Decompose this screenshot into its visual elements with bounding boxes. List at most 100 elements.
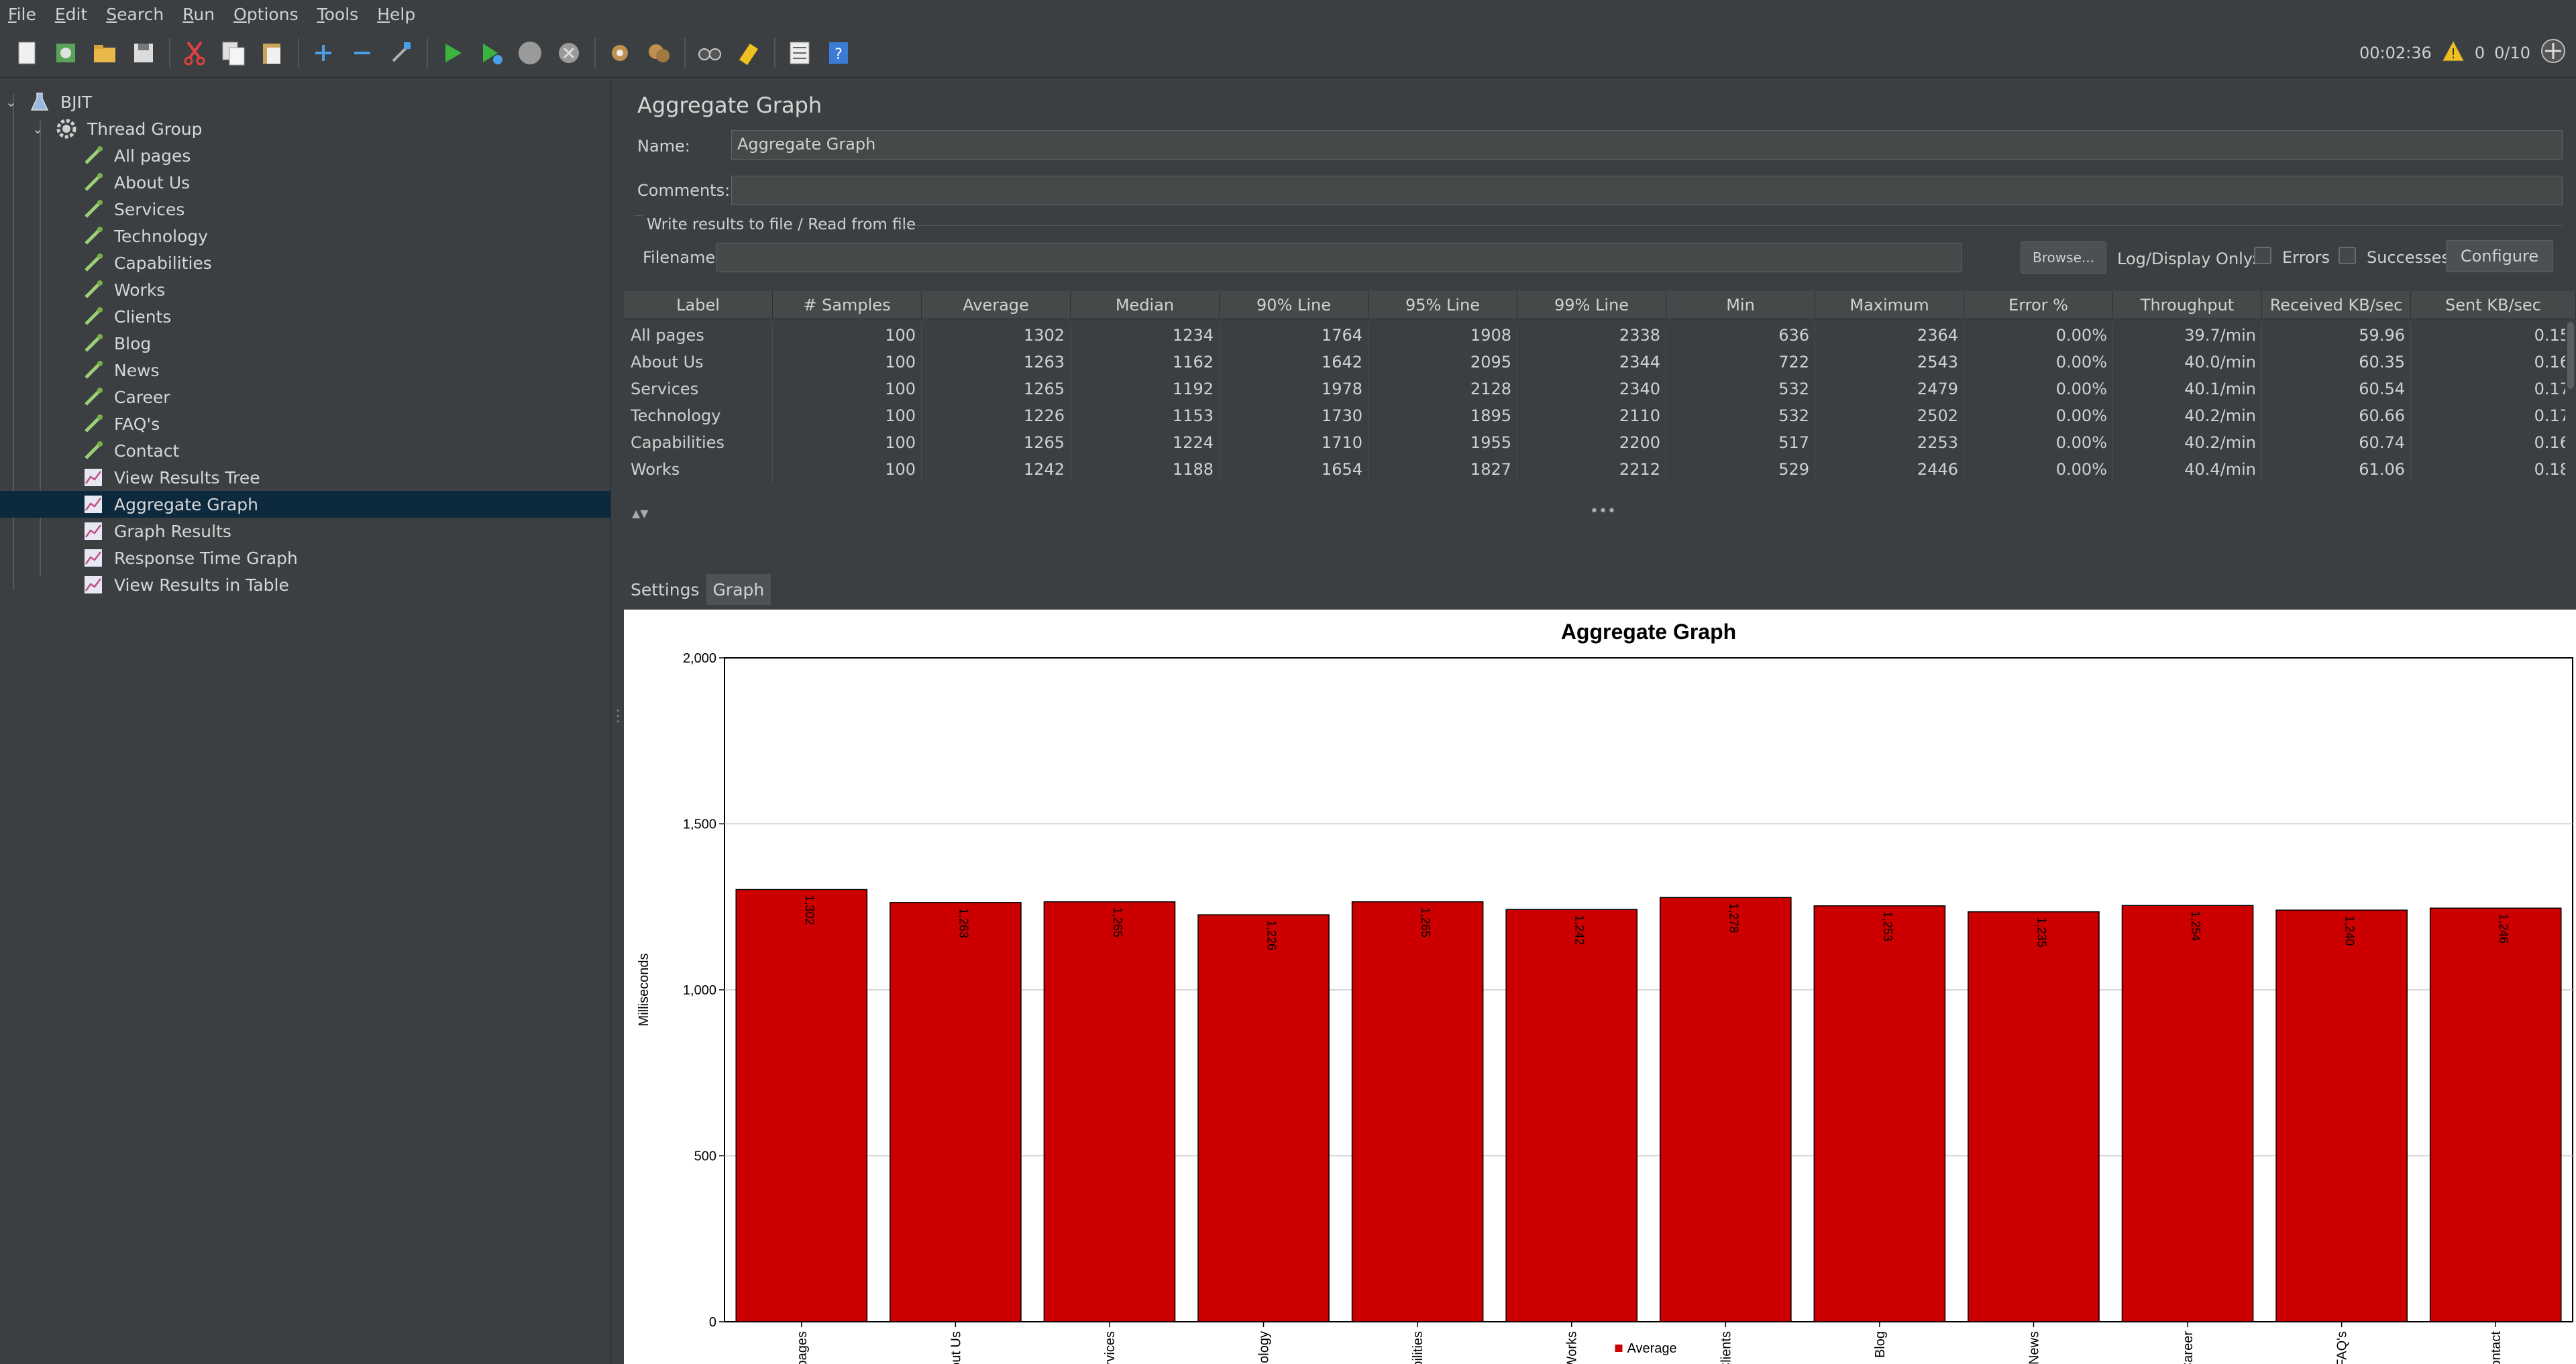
bar[interactable] [2429,907,2562,1322]
collapse-icon[interactable] [347,38,377,68]
menu-help[interactable]: Help [377,5,415,24]
table-row[interactable]: Technology 100 1226 1153 1730 1895 2110 532 2502… [624,402,2576,429]
expand-icon[interactable] [309,38,338,68]
new-icon[interactable] [12,38,42,68]
column-header[interactable]: 90% Line [1220,291,1368,319]
column-header[interactable]: # Samples [773,291,922,319]
bar[interactable] [2121,905,2254,1322]
shutdown-icon[interactable] [554,38,584,68]
tree-item-view-results-in-table[interactable]: View Results in Table [0,571,610,598]
function-helper-icon[interactable] [785,38,814,68]
remote-icon[interactable] [2540,38,2567,68]
bar[interactable] [2275,909,2408,1322]
column-header[interactable]: Median [1071,291,1220,319]
column-header[interactable]: Error % [1964,291,2113,319]
splitter-dots-icon[interactable]: ••• [1590,503,1616,520]
tab-settings[interactable]: Settings [624,574,706,605]
search-icon[interactable] [695,38,724,68]
tree-item-bjit[interactable]: ⌄ BJIT [0,89,610,115]
tree-item-aggregate-graph[interactable]: Aggregate Graph [0,491,610,518]
column-header[interactable]: Maximum [1815,291,1964,319]
tree-item-contact[interactable]: Contact [0,437,610,464]
column-header[interactable]: 95% Line [1368,291,1517,319]
tree-item-works[interactable]: Works [0,276,610,303]
table-row[interactable]: All pages 100 1302 1234 1764 1908 2338 636 2364 0… [624,322,2576,349]
column-header[interactable]: Average [922,291,1071,319]
templates-icon[interactable] [51,38,80,68]
tree-item-graph-results[interactable]: Graph Results [0,518,610,545]
toggle-icon[interactable] [386,38,416,68]
tree-item-thread-group[interactable]: ⌄ Thread Group [0,115,610,142]
warning-icon[interactable]: ! [2441,40,2465,66]
table-cell: 1710 [1220,429,1368,456]
column-header[interactable]: Received KB/sec [2262,291,2411,319]
menu-edit[interactable]: Edit [55,5,87,24]
menu-tools[interactable]: Tools [317,5,359,24]
table-row[interactable]: About Us 100 1263 1162 1642 2095 2344 722 2543 0.… [624,349,2576,376]
vertical-splitter[interactable]: · · · [610,78,624,1364]
data-label: 1,278 [1727,903,1740,933]
start-no-pauses-icon[interactable] [476,38,506,68]
tree-item-clients[interactable]: Clients [0,303,610,330]
tree-item-capabilities[interactable]: Capabilities [0,249,610,276]
tree-item-faq-s[interactable]: FAQ's [0,410,610,437]
table-row[interactable]: Works 100 1242 1188 1654 1827 2212 529 2446 0.00%… [624,456,2576,483]
help-icon[interactable]: ? [824,38,853,68]
bar[interactable] [1813,905,1946,1322]
column-header[interactable]: Throughput [2113,291,2262,319]
bar[interactable] [1968,911,2100,1322]
table-row[interactable]: Capabilities 100 1265 1224 1710 1955 2200 517 22… [624,429,2576,456]
collapse-toggle-icon[interactable]: ⌄ [32,122,46,135]
tree-item-label: Aggregate Graph [114,494,258,514]
copy-icon[interactable] [219,38,248,68]
paste-icon[interactable] [258,38,287,68]
column-header[interactable]: Min [1666,291,1815,319]
column-header[interactable]: Sent KB/sec [2411,291,2576,319]
menu-search[interactable]: Search [106,5,164,24]
bar[interactable] [1659,897,1792,1322]
table-row[interactable]: Services 100 1265 1192 1978 2128 2340 532 2479 0.… [624,376,2576,402]
split-arrows-icon[interactable]: ▲▼ [632,507,649,520]
name-field[interactable]: Aggregate Graph [731,130,2563,160]
column-header[interactable]: 99% Line [1517,291,1666,319]
comments-field[interactable] [731,176,2563,205]
browse-button[interactable]: Browse... [2021,241,2106,274]
tab-graph[interactable]: Graph [706,574,771,605]
clear-all-icon[interactable] [644,38,674,68]
successes-checkbox[interactable] [2339,247,2356,264]
collapse-toggle-icon[interactable]: ⌄ [5,95,19,109]
tree-item-technology[interactable]: Technology [0,223,610,249]
tree-item-about-us[interactable]: About Us [0,169,610,196]
bar[interactable] [890,902,1022,1322]
tree-item-response-time-graph[interactable]: Response Time Graph [0,545,610,571]
errors-checkbox[interactable] [2254,247,2271,264]
configure-button[interactable]: Configure [2446,240,2553,272]
test-plan-tree: ⌄ BJIT ⌄ Thread Group All pages About Us Servi… [0,78,610,1364]
bar[interactable] [1043,901,1176,1322]
bar[interactable] [1505,909,1638,1322]
menu-run[interactable]: Run [182,5,215,24]
table-cell: 2543 [1815,349,1964,376]
clear-icon[interactable] [605,38,635,68]
column-header[interactable]: Label [624,291,773,319]
open-icon[interactable] [90,38,119,68]
scroll-thumb[interactable] [2567,322,2574,389]
tree-item-services[interactable]: Services [0,196,610,223]
bar[interactable] [735,889,868,1322]
bar[interactable] [1351,901,1484,1322]
tree-item-blog[interactable]: Blog [0,330,610,357]
filename-field[interactable] [716,243,1962,272]
tree-item-all-pages[interactable]: All pages [0,142,610,169]
cut-icon[interactable] [180,38,209,68]
save-icon[interactable] [129,38,158,68]
tree-item-career[interactable]: Career [0,384,610,410]
reset-search-icon[interactable] [734,38,763,68]
tree-item-news[interactable]: News [0,357,610,384]
start-icon[interactable] [437,38,467,68]
menu-file[interactable]: File [8,5,36,24]
stop-icon[interactable] [515,38,545,68]
tree-item-view-results-tree[interactable]: View Results Tree [0,464,610,491]
bar[interactable] [1197,914,1330,1322]
table-scrollbar[interactable] [2565,319,2576,520]
menu-options[interactable]: Options [233,5,298,24]
